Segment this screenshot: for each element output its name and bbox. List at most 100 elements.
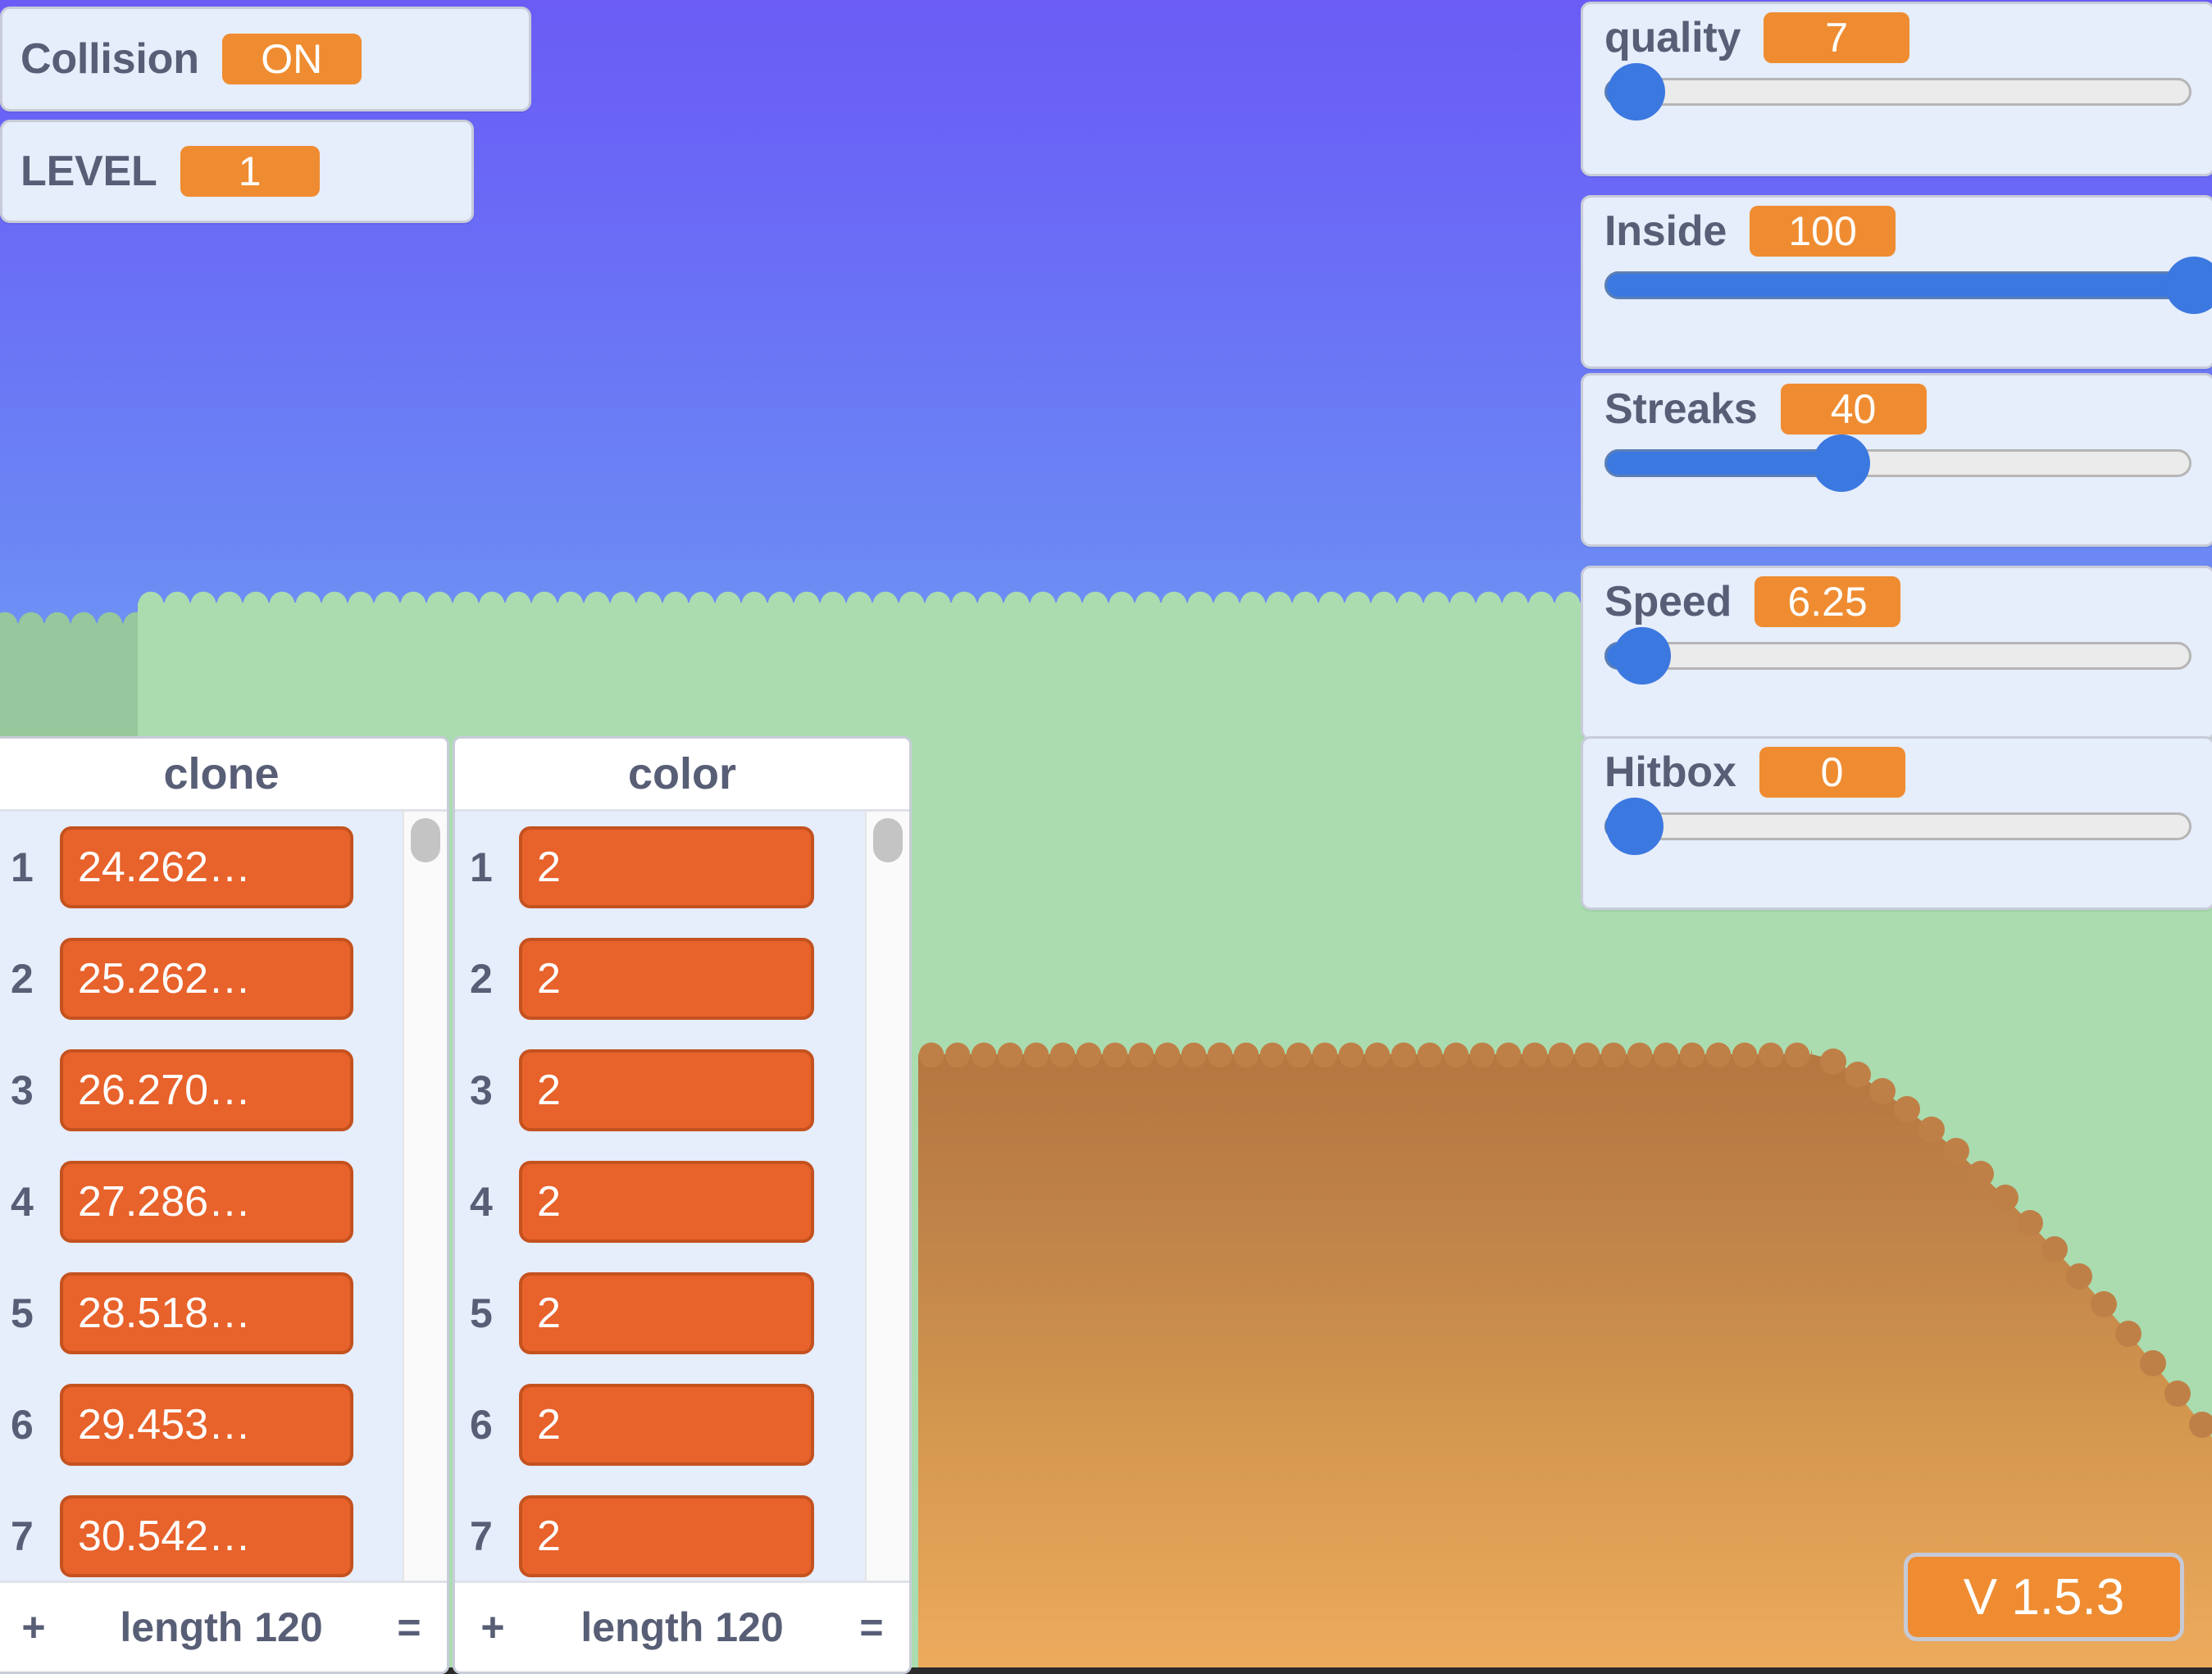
dirt-scallop-bump bbox=[2140, 1349, 2166, 1376]
monitor-level-value: 1 bbox=[180, 146, 320, 197]
list-item[interactable]: 72 bbox=[455, 1481, 909, 1581]
list-item[interactable]: 6 29.453… bbox=[0, 1369, 447, 1481]
list-item-index: 6 bbox=[470, 1402, 493, 1448]
quality-slider-thumb[interactable] bbox=[1607, 63, 1665, 121]
list-item[interactable]: 3 26.270… bbox=[0, 1035, 447, 1146]
list-item[interactable]: 22 bbox=[455, 923, 909, 1035]
monitor-level[interactable]: LEVEL 1 bbox=[0, 120, 474, 223]
list-item[interactable]: 2 25.262… bbox=[0, 923, 447, 1035]
dirt-scallop-bump bbox=[2017, 1210, 2043, 1237]
monitor-collision-label: Collision bbox=[20, 35, 199, 83]
list-item-value[interactable]: 2 bbox=[519, 1272, 814, 1354]
list-item[interactable]: 52 bbox=[455, 1258, 909, 1369]
list-clone-footer: + length 120 = bbox=[0, 1581, 447, 1672]
monitor-quality[interactable]: quality 7 bbox=[1581, 2, 2212, 176]
list-item[interactable]: 32 bbox=[455, 1035, 909, 1146]
inside-slider-track[interactable] bbox=[1604, 257, 2212, 314]
hill-scallop-edge bbox=[0, 612, 156, 636]
list-clone-resize-handle[interactable]: = bbox=[371, 1603, 447, 1651]
monitor-streaks[interactable]: Streaks 40 bbox=[1581, 373, 2212, 547]
list-item-value[interactable]: 2 bbox=[519, 938, 814, 1020]
list-item[interactable]: 5 28.518… bbox=[0, 1258, 447, 1369]
dirt-scallop-bump bbox=[1968, 1160, 1994, 1187]
streaks-slider-track[interactable] bbox=[1604, 434, 2192, 492]
list-item-index: 1 bbox=[11, 844, 34, 890]
list-item-value[interactable]: 30.542… bbox=[60, 1495, 353, 1577]
monitor-inside[interactable]: Inside 100 bbox=[1581, 195, 2212, 369]
list-item[interactable]: 42 bbox=[455, 1146, 909, 1258]
list-item-index: 2 bbox=[11, 956, 34, 1002]
list-color-title: color bbox=[455, 739, 909, 812]
list-item-index: 5 bbox=[470, 1290, 493, 1336]
monitor-streaks-value: 40 bbox=[1780, 384, 1927, 434]
list-item[interactable]: 4 27.286… bbox=[0, 1146, 447, 1258]
list-clone-scroll-thumb[interactable] bbox=[411, 818, 440, 862]
list-item-value[interactable]: 24.262… bbox=[60, 826, 353, 908]
list-item-value[interactable]: 2 bbox=[519, 826, 814, 908]
monitor-hitbox-label: Hitbox bbox=[1604, 748, 1736, 796]
monitor-speed-label: Speed bbox=[1604, 578, 1732, 625]
dirt-scallop-bump bbox=[2164, 1380, 2191, 1407]
list-color-add-button[interactable]: + bbox=[455, 1603, 530, 1651]
monitor-collision[interactable]: Collision ON bbox=[0, 7, 531, 111]
list-clone-title: clone bbox=[0, 739, 447, 812]
dirt-scallop-bump bbox=[1869, 1077, 1896, 1104]
list-monitor-color[interactable]: color 12223242526272 + length 120 = bbox=[453, 736, 912, 1674]
list-item-value[interactable]: 2 bbox=[519, 1049, 814, 1131]
list-item-value[interactable]: 2 bbox=[519, 1384, 814, 1466]
list-item-value[interactable]: 26.270… bbox=[60, 1049, 353, 1131]
list-item-index: 7 bbox=[470, 1513, 493, 1559]
list-item-index: 3 bbox=[470, 1067, 493, 1113]
list-item-value[interactable]: 27.286… bbox=[60, 1161, 353, 1243]
monitor-speed-value: 6.25 bbox=[1755, 576, 1901, 627]
version-badge: V 1.5.3 bbox=[1904, 1553, 2184, 1641]
list-item-index: 4 bbox=[470, 1179, 493, 1225]
monitor-speed[interactable]: Speed 6.25 bbox=[1581, 566, 2212, 740]
list-item-value[interactable]: 29.453… bbox=[60, 1384, 353, 1466]
dirt-scallop-bump bbox=[2066, 1263, 2092, 1290]
inside-slider-thumb[interactable] bbox=[2165, 257, 2212, 314]
list-item-value[interactable]: 28.518… bbox=[60, 1272, 353, 1354]
list-item-index: 6 bbox=[11, 1402, 34, 1448]
streaks-slider-thumb[interactable] bbox=[1813, 434, 1871, 492]
monitor-quality-label: quality bbox=[1604, 14, 1741, 61]
monitor-collision-value: ON bbox=[221, 34, 362, 84]
quality-slider-track[interactable] bbox=[1604, 63, 2192, 121]
list-item[interactable]: 1 24.262… bbox=[0, 812, 447, 923]
monitor-hitbox-value: 0 bbox=[1759, 747, 1905, 798]
dirt-scallop-bump bbox=[2189, 1411, 2212, 1438]
list-clone-scrollbar[interactable] bbox=[403, 812, 447, 1581]
monitor-inside-value: 100 bbox=[1750, 206, 1896, 257]
list-color-scrollbar[interactable] bbox=[865, 812, 909, 1581]
list-color-body[interactable]: 12223242526272 bbox=[455, 812, 909, 1581]
monitor-hitbox[interactable]: Hitbox 0 bbox=[1581, 736, 2212, 910]
speed-slider-track[interactable] bbox=[1604, 627, 2192, 685]
streaks-slider-fill bbox=[1604, 449, 1845, 477]
dirt-scallop-bump bbox=[2041, 1236, 2068, 1262]
list-color-resize-handle[interactable]: = bbox=[834, 1603, 909, 1651]
hitbox-slider-thumb[interactable] bbox=[1606, 798, 1664, 855]
inside-slider-fill bbox=[1604, 271, 2196, 299]
list-color-footer: + length 120 = bbox=[455, 1581, 909, 1672]
list-item-index: 1 bbox=[470, 844, 493, 890]
list-monitor-clone[interactable]: clone 1 24.262… 2 25.262… 3 26.270… 4 27.286… 5 2… bbox=[0, 736, 449, 1674]
list-clone-length: length 120 bbox=[120, 1604, 323, 1650]
dirt-scallop-bump bbox=[1918, 1116, 1945, 1143]
dirt-scallop-bump bbox=[1943, 1137, 1969, 1164]
list-item-value[interactable]: 2 bbox=[519, 1161, 814, 1243]
list-item[interactable]: 12 bbox=[455, 812, 909, 923]
list-item-index: 4 bbox=[11, 1179, 34, 1225]
list-item[interactable]: 62 bbox=[455, 1369, 909, 1481]
dirt-scallop-bump bbox=[1820, 1048, 1846, 1075]
hitbox-slider-track[interactable] bbox=[1604, 798, 2192, 855]
list-color-scroll-thumb[interactable] bbox=[873, 818, 903, 862]
list-item-index: 3 bbox=[11, 1067, 34, 1113]
list-clone-body[interactable]: 1 24.262… 2 25.262… 3 26.270… 4 27.286… 5 28.518…… bbox=[0, 812, 447, 1581]
list-item-index: 5 bbox=[11, 1290, 34, 1336]
list-clone-add-button[interactable]: + bbox=[0, 1603, 71, 1651]
monitor-quality-value: 7 bbox=[1764, 12, 1910, 63]
speed-slider-thumb[interactable] bbox=[1613, 627, 1671, 685]
list-item[interactable]: 7 30.542… bbox=[0, 1481, 447, 1581]
list-item-value[interactable]: 25.262… bbox=[60, 938, 353, 1020]
list-item-value[interactable]: 2 bbox=[519, 1495, 814, 1577]
